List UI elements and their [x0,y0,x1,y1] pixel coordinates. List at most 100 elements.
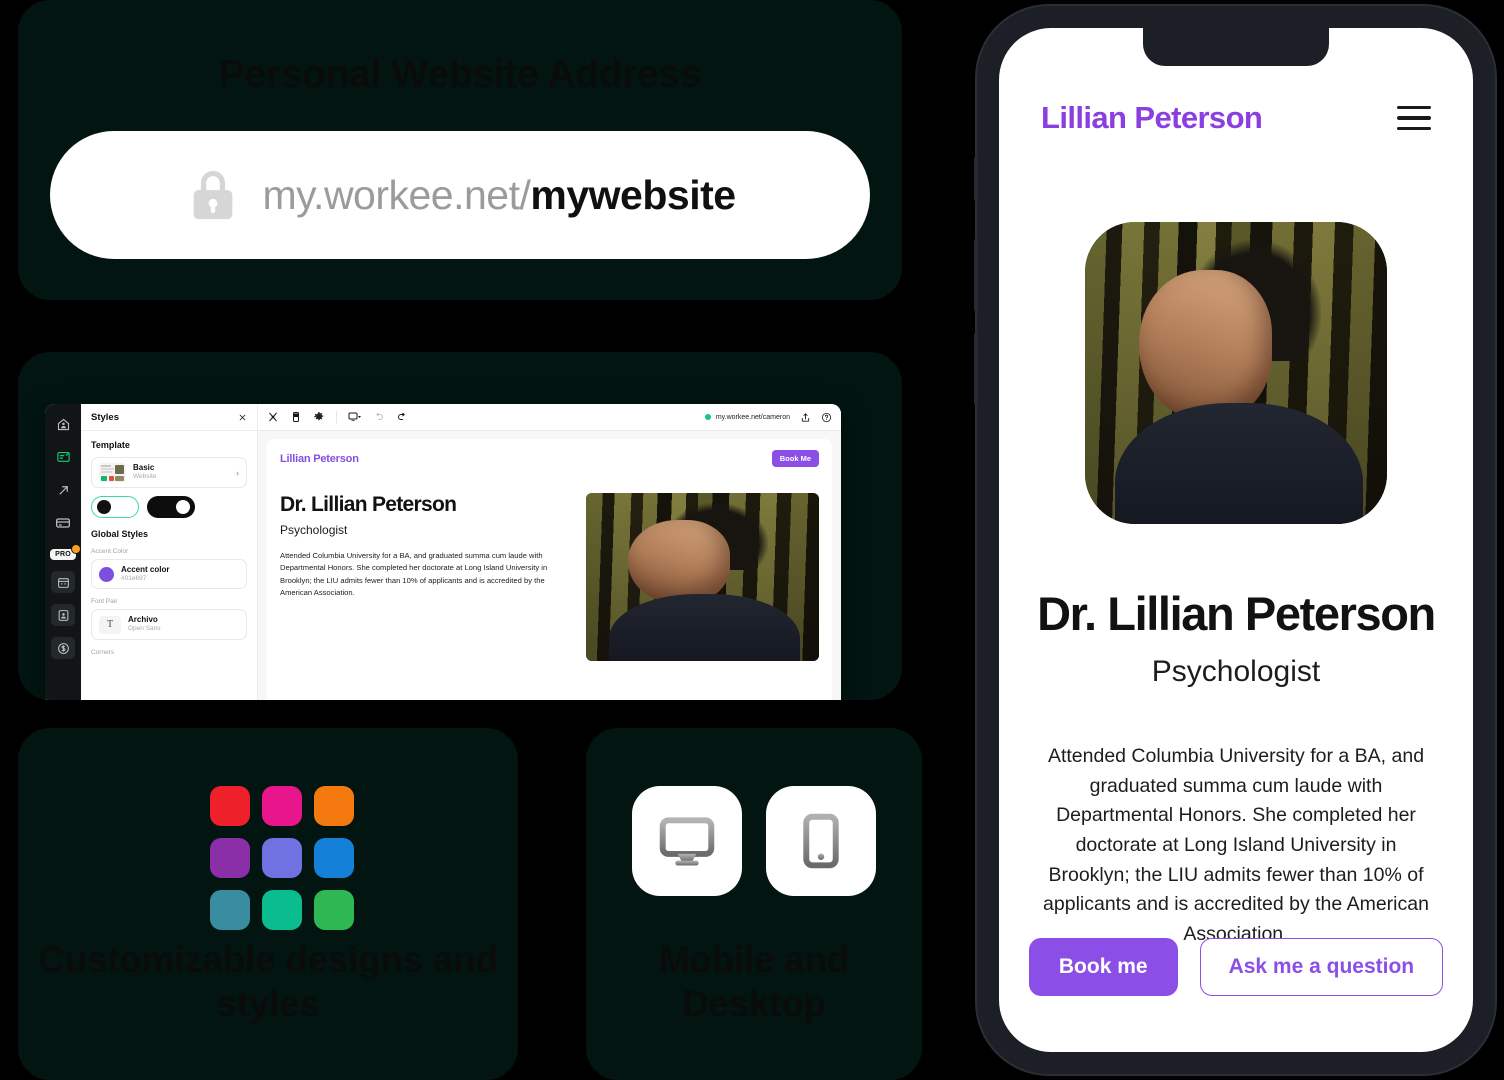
book-me-button[interactable]: Book me [1028,938,1178,996]
preview-portrait-photo [586,493,819,661]
template-type: Website [133,473,157,481]
light-mode-toggle[interactable] [91,496,139,518]
dark-mode-knob [176,500,190,514]
font-pair-label: Font Pair [91,598,118,606]
toolbar-right-group: my.workee.net/cameron [704,412,832,423]
phone-volume-up-button[interactable] [974,238,978,312]
phone-cta-group: Book me Ask me a question [999,938,1473,996]
phone-mute-button[interactable] [974,156,978,202]
published-url-text: my.workee.net/cameron [715,413,790,421]
preview-subheading: Psychologist [280,523,348,537]
website-preview: Lillian Peterson Book Me Dr. Lillian Pet… [267,439,832,700]
screenshot-root: Personal Website Address my.workee.net/m… [0,0,1504,1080]
color-mode-toggle-group [91,496,247,518]
font-secondary: Open Sans [128,625,161,633]
mobile-preview-icon[interactable] [290,411,302,423]
phone-site-nav: Lillian Peterson [999,100,1473,136]
home-icon [57,418,69,430]
global-styles-label: Global Styles [91,529,149,539]
template-basic-row[interactable]: Basic Website › [91,457,247,488]
color-swatch-5[interactable] [262,838,302,878]
device-tiles [632,786,876,896]
corners-label: Corners [91,648,115,656]
editor-window: PRO Styles Template Basic Website › Glob… [45,404,841,700]
website-slug: mywebsite [530,171,736,218]
device-select-icon[interactable] [348,411,362,423]
sidebar-item-clients[interactable] [51,604,75,626]
chevron-right-icon: › [236,467,239,478]
help-icon[interactable] [821,412,832,423]
color-swatch-2[interactable] [262,786,302,826]
color-swatch-6[interactable] [314,838,354,878]
dollar-icon [57,642,69,654]
published-url[interactable]: my.workee.net/cameron [704,413,790,421]
contact-icon [58,609,68,621]
editor-sidebar: PRO [45,404,81,700]
sidebar-item-calendar[interactable] [51,571,75,593]
card-title-colors: Customizable designs and styles [38,939,498,1024]
sidebar-item-earnings[interactable] [51,637,75,659]
color-swatch-9[interactable] [314,890,354,930]
widgets-icon[interactable] [267,411,279,423]
accent-color-label: Accent Color [91,548,129,555]
website-address-text: my.workee.net/mywebsite [262,171,736,219]
color-swatch-3[interactable] [314,786,354,826]
accent-color-text: Accent color #01e697 [121,565,239,583]
hamburger-menu-icon[interactable] [1397,105,1431,131]
sidebar-item-share[interactable] [51,479,75,501]
preview-hero: Dr. Lillian Peterson Psychologist Attend… [280,493,819,661]
template-thumbnail [99,463,126,482]
preview-bio: Attended Columbia University for a BA, a… [280,551,548,597]
template-text: Basic Website [133,463,229,481]
preview-brand: Lillian Peterson [280,452,359,465]
toolbar-divider [336,410,337,424]
customizable-designs-card: Customizable designs and styles [18,728,518,1080]
accent-color-row[interactable]: Accent color #01e697 [91,559,247,590]
dark-mode-toggle[interactable] [147,496,195,518]
text-icon: T [99,615,121,634]
phone-portrait-photo [1085,222,1387,524]
card-title-devices: Mobile and Desktop [658,939,850,1024]
phone-bio: Attended Columbia University for a BA, a… [1043,745,1429,945]
card-title-url: Personal Website Address [218,53,702,96]
sidebar-item-payments[interactable] [51,512,75,534]
calendar-icon [57,577,69,588]
phone-brand: Lillian Peterson [1041,100,1263,135]
sidebar-item-pro[interactable]: PRO [50,544,81,560]
styles-panel: Styles Template Basic Website › Global S… [81,404,258,700]
color-swatch-grid [210,786,354,930]
desktop-tile[interactable] [632,786,742,896]
arrow-out-icon [58,485,68,495]
styles-panel-body: Template Basic Website › Global Styles A… [81,431,257,656]
accent-color-swatch [99,566,114,582]
template-name: Basic [133,463,155,473]
template-section-label: Template [91,440,130,450]
color-swatch-8[interactable] [262,890,302,930]
preview-hero-text: Dr. Lillian Peterson Psychologist Attend… [280,493,568,661]
preview-book-button[interactable]: Book Me [771,450,819,467]
color-swatch-1[interactable] [210,786,250,826]
editor-toolbar: my.workee.net/cameron [258,404,841,431]
font-primary: Archivo [128,615,158,625]
phone-subheading: Psychologist [1151,655,1321,688]
preview-nav: Lillian Peterson Book Me [280,450,819,467]
settings-icon[interactable] [313,411,325,423]
ask-me-a-question-button[interactable]: Ask me a question [1199,938,1444,996]
pro-notification-dot [70,544,81,554]
undo-icon[interactable] [373,411,385,423]
sidebar-item-editor[interactable] [51,446,75,468]
mobile-tile[interactable] [766,786,876,896]
website-address-field[interactable]: my.workee.net/mywebsite [50,131,870,259]
website-host: my.workee.net/ [262,171,531,218]
sidebar-item-home[interactable] [51,413,75,435]
color-swatch-7[interactable] [210,890,250,930]
close-icon[interactable] [238,413,247,422]
lock-icon [194,170,233,220]
share-icon[interactable] [800,412,811,423]
styles-panel-title: Styles [91,411,119,423]
phone-volume-down-button[interactable] [974,332,978,406]
color-swatch-4[interactable] [210,838,250,878]
phone-screen: Lillian Peterson Dr. Lillian Peterson Ps… [999,28,1473,1052]
font-pair-row[interactable]: T Archivo Open Sans [91,609,247,640]
redo-icon[interactable] [396,411,408,423]
